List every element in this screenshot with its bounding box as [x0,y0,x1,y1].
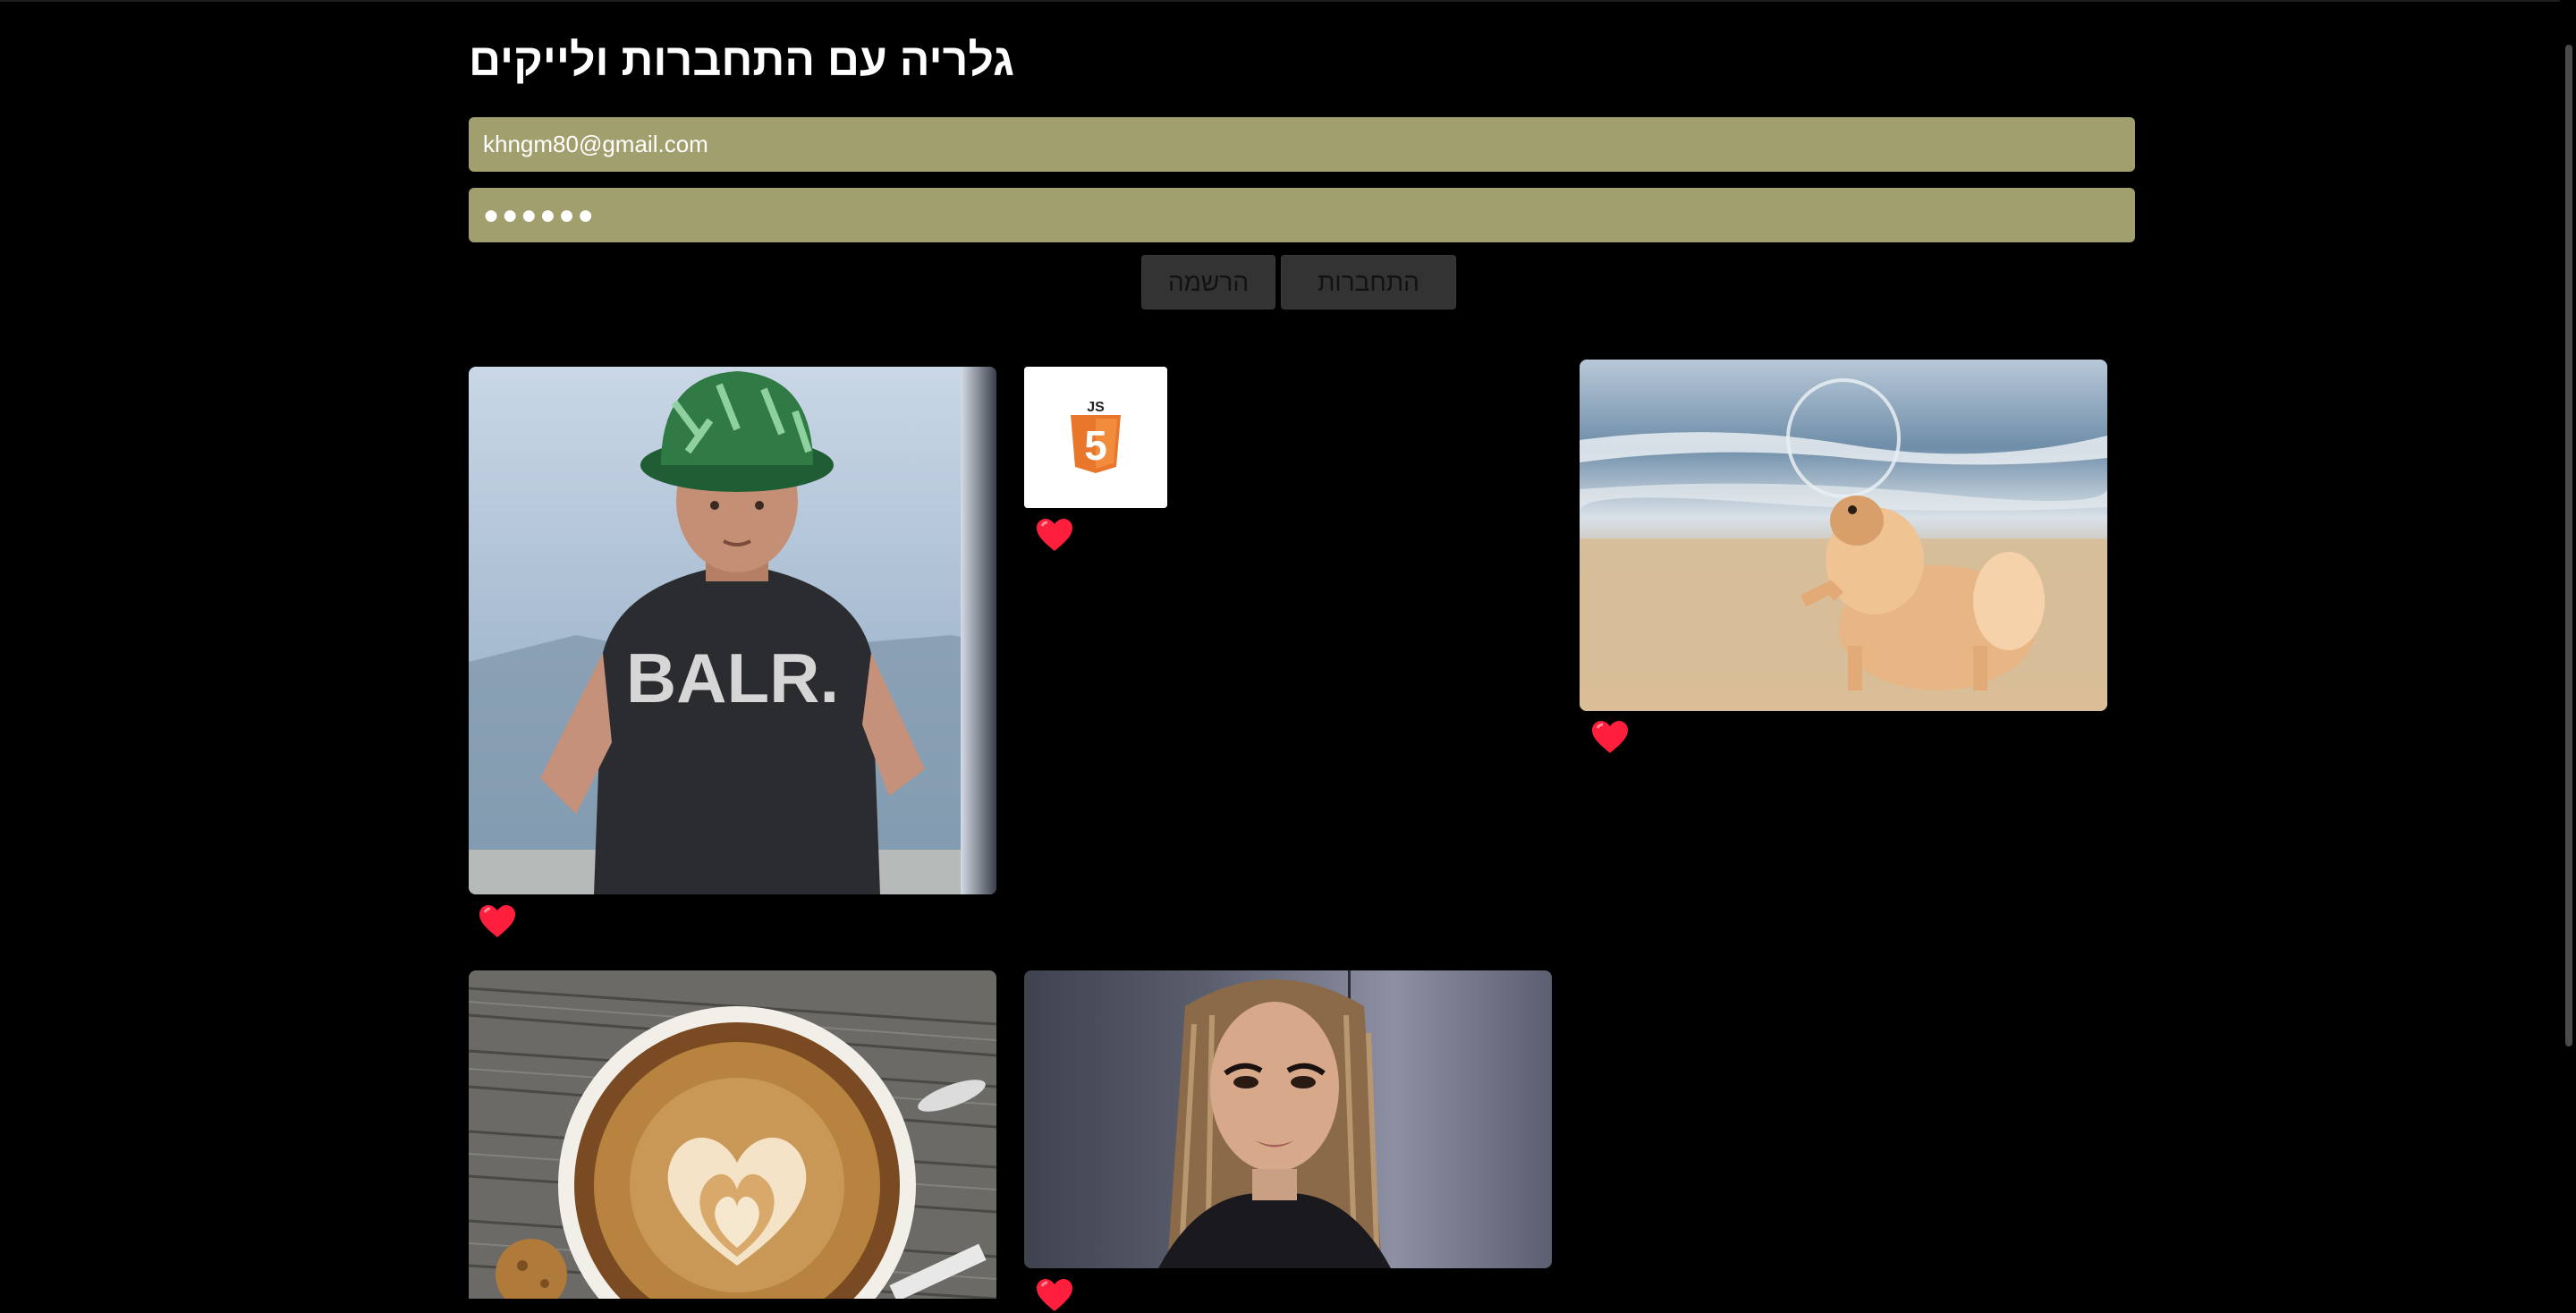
gallery-item [1024,970,1552,1311]
gallery-item: BALR. [469,367,996,948]
photo-man-bucket-hat[interactable]: BALR. [469,367,996,894]
gallery-item [1580,360,2107,762]
js-logo-text: JS [1087,400,1105,415]
auth-buttons: הרשמה התחברות [469,255,2135,309]
heart-icon[interactable] [1035,1277,1074,1313]
js-logo-icon: JS 5 [1024,367,1167,508]
page-title: גלריה עם התחברות ולייקים [469,35,1014,85]
photo-js-logo[interactable]: JS 5 [1024,367,1167,508]
gallery-item [469,970,996,1299]
shirt-logo-text: BALR. [626,639,839,717]
email-field[interactable]: khngm80@gmail.com [469,117,2135,172]
gallery-item: JS 5 [1024,367,1176,555]
man-photo-image: BALR. [469,367,996,894]
heart-icon[interactable] [1035,517,1074,553]
js-logo-mark: 5 [1084,422,1107,469]
heart-icon[interactable] [478,903,517,939]
register-button[interactable]: הרשמה [1141,255,1275,309]
photo-latte[interactable] [469,970,996,1299]
heart-icon[interactable] [1590,719,1630,755]
password-value: ●●●●●● [483,199,597,230]
login-button[interactable]: התחברות [1281,255,1456,309]
photo-woman-portrait[interactable] [1024,970,1552,1268]
top-border [0,0,2576,2]
woman-photo-image [1024,970,1552,1268]
scrollbar[interactable] [2560,0,2576,1299]
email-value: khngm80@gmail.com [483,131,708,157]
coffee-photo-image [469,970,996,1299]
photo-dog-beach[interactable] [1580,360,2107,711]
scrollbar-thumb[interactable] [2565,45,2572,1046]
dog-photo-image [1580,360,2107,711]
password-field[interactable]: ●●●●●● [469,188,2135,242]
